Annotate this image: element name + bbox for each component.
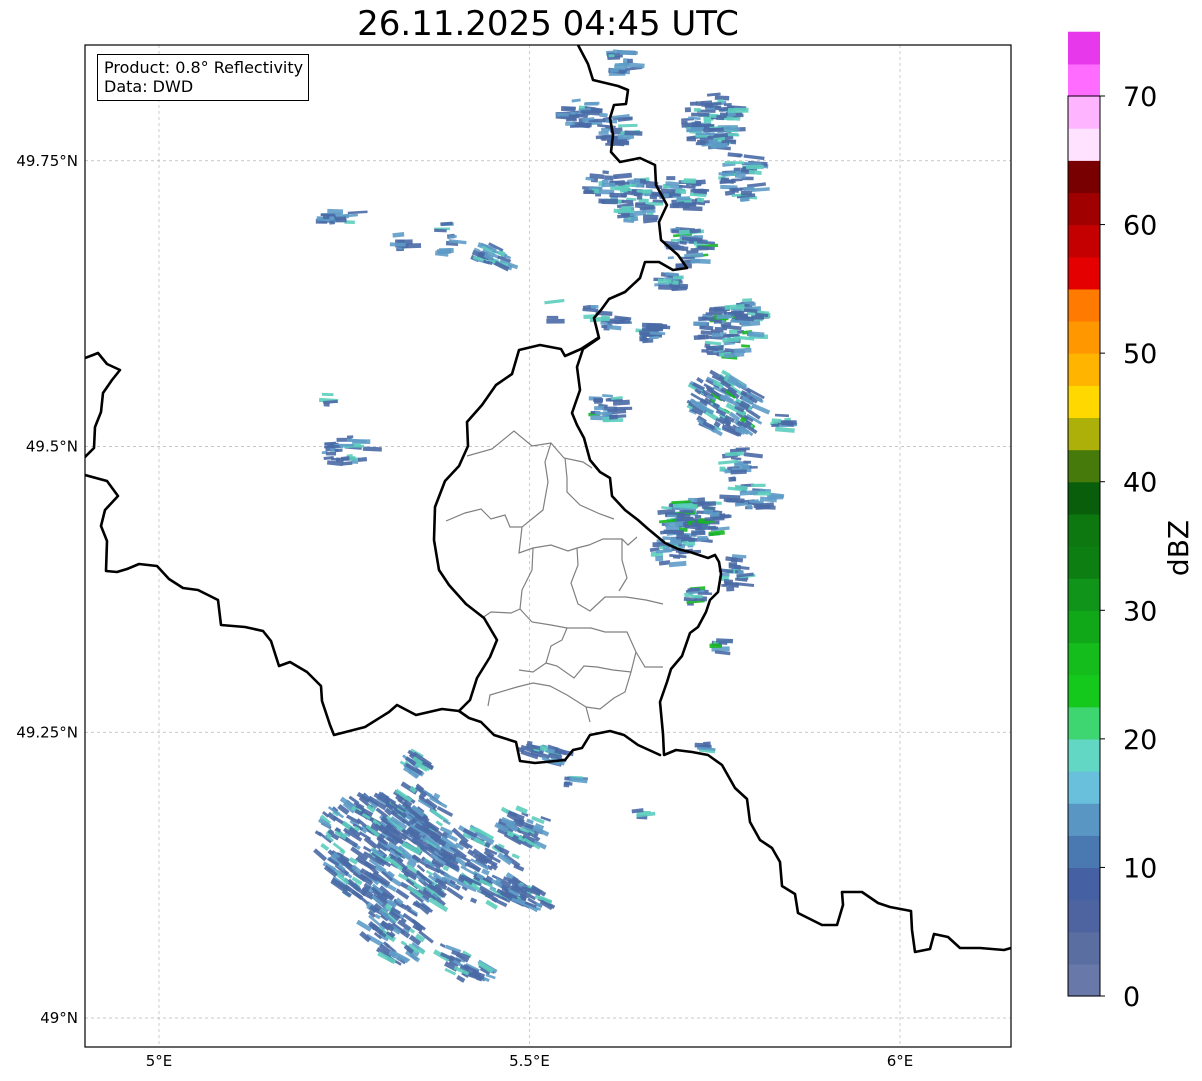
colorbar-label: dBZ <box>1162 520 1195 576</box>
colorbar-cell <box>1068 513 1100 547</box>
colorbar-cell <box>1068 31 1100 65</box>
colorbar-cell <box>1068 321 1100 354</box>
colorbar-tick-label: 30 <box>1123 596 1157 627</box>
colorbar-cell <box>1068 256 1100 290</box>
colorbar-tick-label: 50 <box>1123 339 1157 370</box>
colorbar-cell <box>1068 578 1100 611</box>
colorbar-cell <box>1068 931 1100 965</box>
colorbar-tick-label: 0 <box>1123 982 1140 1013</box>
colorbar-cell <box>1068 771 1100 804</box>
colorbar-cell <box>1068 738 1100 772</box>
colorbar-tick-label: 60 <box>1123 211 1157 242</box>
colorbar-cell <box>1068 449 1100 483</box>
colorbar-tick-label: 10 <box>1123 853 1157 884</box>
colorbar-cell <box>1068 835 1100 869</box>
colorbar-cell <box>1068 385 1100 419</box>
colorbar-tick-label: 40 <box>1123 468 1157 499</box>
colorbar-cell <box>1068 481 1100 515</box>
colorbar-cell <box>1068 160 1100 194</box>
colorbar-cell <box>1068 610 1100 644</box>
colorbar-cell <box>1068 803 1100 836</box>
colorbar-tick-label: 20 <box>1123 725 1157 756</box>
colorbar-cell <box>1068 867 1100 901</box>
colorbar-cell <box>1068 417 1100 451</box>
colorbar-cell <box>1068 674 1100 708</box>
colorbar-cell <box>1068 192 1100 226</box>
colorbar-cell <box>1068 642 1100 676</box>
colorbar-cell <box>1068 96 1100 129</box>
colorbar-cell <box>1068 546 1100 579</box>
colorbar-cell <box>1068 288 1100 322</box>
colorbar-tick-label: 70 <box>1123 82 1157 113</box>
colorbar-cell <box>1068 899 1100 933</box>
colorbar-cell <box>1068 706 1100 740</box>
colorbar-cell <box>1068 63 1100 97</box>
colorbar-cell <box>1068 353 1100 386</box>
colorbar: 0 10 20 30 40 50 60 70 dBZ <box>1067 31 1195 1013</box>
colorbar-cell <box>1068 224 1100 258</box>
colorbar-cell <box>1068 963 1100 997</box>
colorbar-cell <box>1068 128 1100 161</box>
